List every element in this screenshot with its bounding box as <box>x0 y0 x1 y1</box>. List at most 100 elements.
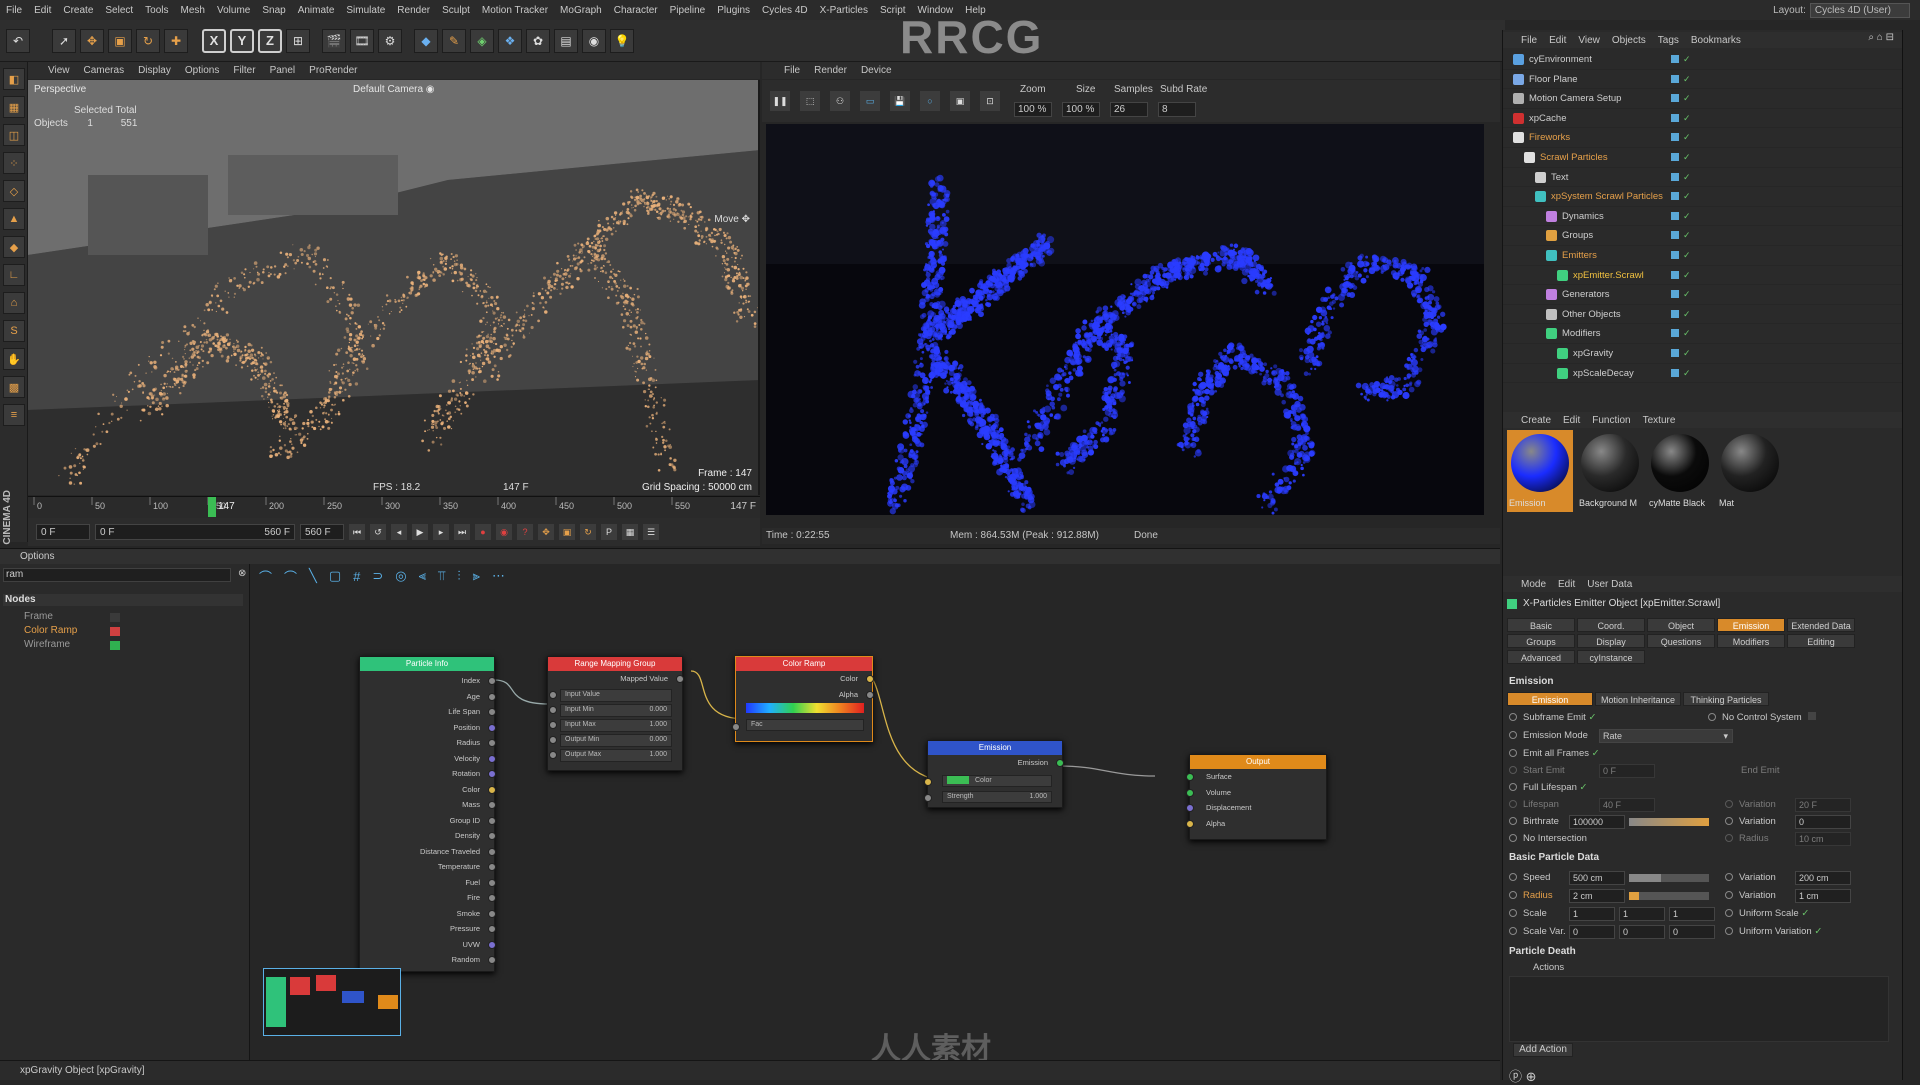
emit-all-frames[interactable]: Emit all Frames ✓ <box>1509 746 1600 762</box>
workplane-lock-icon[interactable]: ⌂ <box>3 292 25 314</box>
port-socket[interactable] <box>488 847 496 856</box>
render-picture-viewer-icon[interactable]: 🎞 <box>350 28 374 53</box>
tab-extended-data[interactable]: Extended Data <box>1787 618 1855 632</box>
particle-info-port[interactable]: Age <box>360 689 496 705</box>
obj-menu-edit[interactable]: Edit <box>1549 35 1566 46</box>
range-input-socket[interactable] <box>549 720 557 729</box>
actions-list[interactable] <box>1509 976 1889 1042</box>
menu-volume[interactable]: Volume <box>217 5 250 16</box>
visibility-check-icon[interactable]: ✓ <box>1683 168 1691 188</box>
mat-menu-texture[interactable]: Texture <box>1643 415 1676 426</box>
visibility-check-icon[interactable]: ✓ <box>1683 266 1691 286</box>
playhead[interactable] <box>208 497 216 517</box>
undo-icon[interactable]: ↶ <box>6 28 30 53</box>
visibility-check-icon[interactable]: ✓ <box>1683 226 1691 246</box>
key-pla-icon[interactable]: ▦ <box>622 524 638 540</box>
visibility-check-icon[interactable]: ✓ <box>1683 364 1691 384</box>
record-icon[interactable]: ● <box>475 524 491 540</box>
viewport[interactable]: Perspective Default Camera ◉ Selected To… <box>28 80 760 495</box>
tab-emission[interactable]: Emission <box>1717 618 1785 632</box>
no-intersection[interactable]: No Intersection <box>1509 831 1587 847</box>
snap-icon[interactable]: ∟ <box>3 264 25 286</box>
object-row-text[interactable]: Text ✓ <box>1503 168 1903 188</box>
radius-slider[interactable] <box>1629 892 1709 900</box>
port-socket[interactable] <box>488 754 496 763</box>
node-emission[interactable]: Emission Emission Color Strength 1.000 <box>924 740 1064 808</box>
layer-swatch[interactable] <box>1671 153 1679 161</box>
menu-pipeline[interactable]: Pipeline <box>670 5 706 16</box>
object-row-other-objects[interactable]: Other Objects ✓ <box>1503 305 1903 325</box>
scale-var-z-field[interactable]: 0 <box>1669 925 1715 939</box>
layer-swatch[interactable] <box>1671 309 1679 318</box>
layer-swatch[interactable] <box>1671 349 1679 357</box>
solo-icon[interactable]: S <box>3 320 25 342</box>
birthrate-field[interactable]: 100000 <box>1569 815 1625 829</box>
layout-selector[interactable]: Layout: Cycles 4D (User) <box>1773 3 1910 18</box>
output-input-socket[interactable] <box>1186 804 1194 812</box>
attr-menu-user-data[interactable]: User Data <box>1587 579 1632 590</box>
menu-snap[interactable]: Snap <box>262 5 285 16</box>
object-row-xpemitter-scrawl[interactable]: xpEmitter.Scrawl ✓ <box>1503 266 1903 286</box>
mat-menu-create[interactable]: Create <box>1521 415 1551 426</box>
particle-info-port[interactable]: Group ID <box>360 813 496 829</box>
obj-menu-file[interactable]: File <box>1521 35 1537 46</box>
particle-info-port[interactable]: Fire <box>360 890 496 906</box>
fit-icon[interactable]: ⊡ <box>980 91 1000 111</box>
select-icon[interactable]: ➚ <box>52 28 76 53</box>
output-input[interactable]: Displacement <box>1186 800 1326 816</box>
port-socket[interactable] <box>488 925 496 933</box>
prev-frame-icon[interactable]: ◂ <box>391 524 407 540</box>
particle-info-port[interactable]: Temperature <box>360 859 496 875</box>
tab-questions[interactable]: Questions <box>1647 634 1715 648</box>
object-row-fireworks[interactable]: Fireworks ✓ <box>1503 128 1903 148</box>
pen-icon[interactable]: ✎ <box>442 28 466 53</box>
layer-swatch[interactable] <box>1671 290 1679 299</box>
light-icon[interactable]: 💡 <box>610 28 634 53</box>
subframe-emit[interactable]: Subframe Emit ✓ <box>1509 710 1596 726</box>
viewport-menu-options[interactable]: Options <box>185 65 219 76</box>
particle-info-port[interactable]: Density <box>360 828 496 844</box>
scale-z-field[interactable]: 1 <box>1669 907 1715 921</box>
layers-icon[interactable]: ≡ <box>3 404 25 426</box>
range-field[interactable]: Output Min 0.000 <box>549 733 672 747</box>
menu-motion-tracker[interactable]: Motion Tracker <box>482 5 548 16</box>
size-field[interactable]: 100 % <box>1062 102 1100 117</box>
tab-modifiers[interactable]: Modifiers <box>1717 634 1785 648</box>
range-field[interactable]: Input Value <box>549 688 672 702</box>
range-input-socket[interactable] <box>549 750 557 759</box>
particle-info-port[interactable]: Life Span <box>360 704 496 720</box>
viewport-menu-prorender[interactable]: ProRender <box>309 65 357 76</box>
object-row-emitters[interactable]: Emitters ✓ <box>1503 246 1903 266</box>
render-preview[interactable] <box>766 124 1484 515</box>
port-socket[interactable] <box>488 863 496 871</box>
port-socket[interactable] <box>488 785 496 794</box>
object-row-motion-camera-setup[interactable]: Motion Camera Setup ✓ <box>1503 89 1903 109</box>
mat-menu-function[interactable]: Function <box>1592 415 1630 426</box>
edges-mode-icon[interactable]: ◇ <box>3 180 25 202</box>
output-input[interactable]: Alpha <box>1186 816 1326 832</box>
port-socket[interactable] <box>488 878 496 887</box>
search-icon[interactable]: ⌕ ⌂ ⊟ <box>1868 32 1894 43</box>
port-socket[interactable] <box>488 708 496 716</box>
workplane-icon[interactable]: ◫ <box>3 124 25 146</box>
particle-info-port[interactable]: Fuel <box>360 875 496 891</box>
emission-color-field[interactable]: Color <box>942 775 1052 787</box>
particle-info-port[interactable]: Index <box>360 673 496 689</box>
output-input-socket[interactable] <box>1186 788 1194 797</box>
texture-mode-icon[interactable]: ▦ <box>3 96 25 118</box>
subtab-thinking-particles[interactable]: Thinking Particles <box>1683 692 1769 706</box>
viewport-menu-filter[interactable]: Filter <box>233 65 255 76</box>
points-mode-icon[interactable]: ⁘ <box>3 152 25 174</box>
node-output[interactable]: Output Surface Volume Displacement Alpha <box>1186 754 1327 840</box>
scale-x-field[interactable]: 1 <box>1569 907 1615 921</box>
menu-mograph[interactable]: MoGraph <box>560 5 602 16</box>
node-search-input[interactable]: ram <box>3 568 231 582</box>
port-socket[interactable] <box>488 894 496 902</box>
menu-plugins[interactable]: Plugins <box>717 5 750 16</box>
visibility-check-icon[interactable]: ✓ <box>1683 285 1691 305</box>
scale-y-field[interactable]: 1 <box>1619 907 1665 921</box>
visibility-check-icon[interactable]: ✓ <box>1683 148 1691 168</box>
model-mode-icon[interactable]: ◧ <box>3 68 25 90</box>
object-row-xpscaledecay[interactable]: xpScaleDecay ✓ <box>1503 364 1903 384</box>
help-icons[interactable]: ⓟ ⊕ <box>1509 1066 1537 1085</box>
